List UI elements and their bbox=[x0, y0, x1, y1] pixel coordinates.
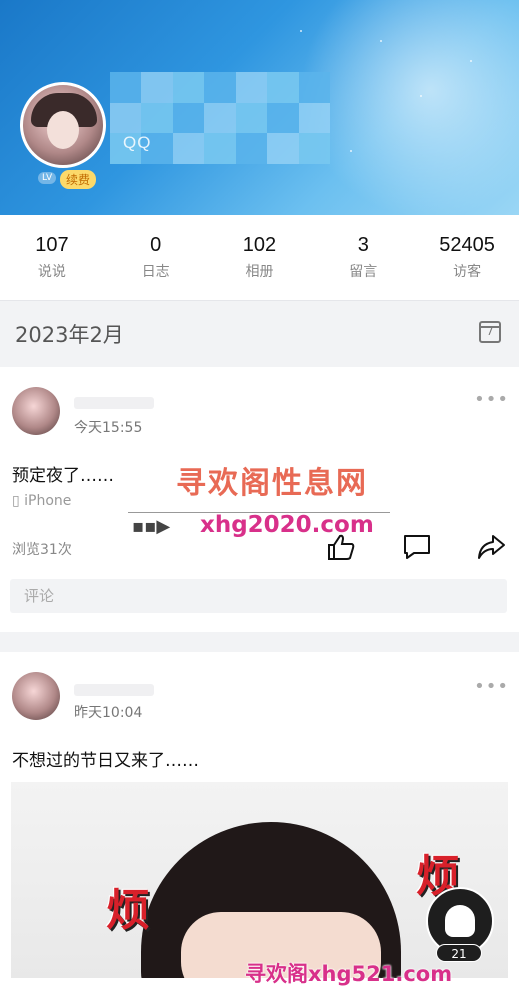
nickname-blur bbox=[74, 397, 154, 409]
post-avatar[interactable] bbox=[12, 672, 60, 720]
post-device: ▯ iPhone bbox=[12, 493, 71, 509]
watermark-url: xhg2020.com bbox=[200, 512, 374, 538]
profile-banner: QQ LV 续费 bbox=[0, 0, 519, 215]
month-header: 2023年2月 7 bbox=[0, 301, 519, 367]
month-label: 2023年2月 bbox=[15, 323, 124, 347]
post-text: 预定夜了…… bbox=[12, 466, 114, 486]
profile-avatar[interactable] bbox=[20, 82, 106, 168]
post-text: 不想过的节日又来了…… bbox=[12, 751, 199, 771]
stat-album[interactable]: 102 相册 bbox=[209, 234, 309, 281]
qq-label: QQ bbox=[123, 133, 152, 152]
comment-input[interactable]: 评论 bbox=[10, 579, 507, 613]
ghost-icon bbox=[445, 905, 475, 937]
stat-value: 107 bbox=[35, 234, 69, 256]
stat-label: 日志 bbox=[141, 264, 170, 280]
post-image[interactable]: 烦 烦 bbox=[11, 782, 508, 982]
image-overlay-text: 烦 bbox=[106, 885, 150, 936]
stat-value: 102 bbox=[242, 234, 277, 256]
watermark-bottom: 寻欢阁xhg521.com bbox=[245, 962, 453, 986]
star-decor bbox=[420, 95, 422, 97]
stat-shuoshuo[interactable]: 107 说说 bbox=[2, 234, 102, 281]
star-decor bbox=[300, 30, 302, 32]
post-time: 今天15:55 bbox=[74, 420, 143, 436]
post-views: 浏览31次 bbox=[12, 542, 72, 558]
stat-label: 相册 bbox=[245, 264, 274, 280]
banner-glow bbox=[300, 0, 519, 215]
stat-label: 说说 bbox=[37, 264, 66, 280]
star-decor bbox=[350, 150, 352, 152]
post-avatar[interactable] bbox=[12, 387, 60, 435]
stat-messages[interactable]: 3 留言 bbox=[313, 234, 413, 281]
star-decor bbox=[470, 60, 472, 62]
comment-bubble-icon[interactable] bbox=[402, 533, 432, 561]
share-arrow-icon[interactable] bbox=[476, 533, 506, 561]
stat-label: 留言 bbox=[349, 264, 378, 280]
calendar-icon[interactable]: 7 bbox=[479, 321, 501, 343]
device-label: iPhone bbox=[24, 493, 72, 509]
post-time: 昨天10:04 bbox=[74, 705, 143, 721]
renew-badge[interactable]: 续费 bbox=[60, 170, 97, 189]
arrow-icon: ▪▪▶ bbox=[132, 516, 171, 537]
level-badge: LV bbox=[38, 172, 57, 184]
stat-value: 0 bbox=[150, 234, 162, 256]
stat-blog[interactable]: 0 日志 bbox=[106, 234, 206, 281]
nickname-blur bbox=[74, 684, 154, 696]
watermark-title: 寻欢阁性息网 bbox=[176, 466, 368, 501]
star-decor bbox=[380, 40, 382, 42]
stat-value: 52405 bbox=[439, 234, 495, 256]
phone-icon: ▯ bbox=[12, 493, 25, 509]
stats-row: 107 说说 0 日志 102 相册 3 留言 52405 访客 bbox=[0, 215, 519, 301]
stat-value: 3 bbox=[357, 234, 369, 256]
more-dots-icon[interactable]: ••• bbox=[474, 389, 509, 410]
stat-visitors[interactable]: 52405 访客 bbox=[417, 234, 517, 281]
stat-label: 访客 bbox=[453, 264, 482, 280]
more-dots-icon[interactable]: ••• bbox=[474, 676, 509, 697]
